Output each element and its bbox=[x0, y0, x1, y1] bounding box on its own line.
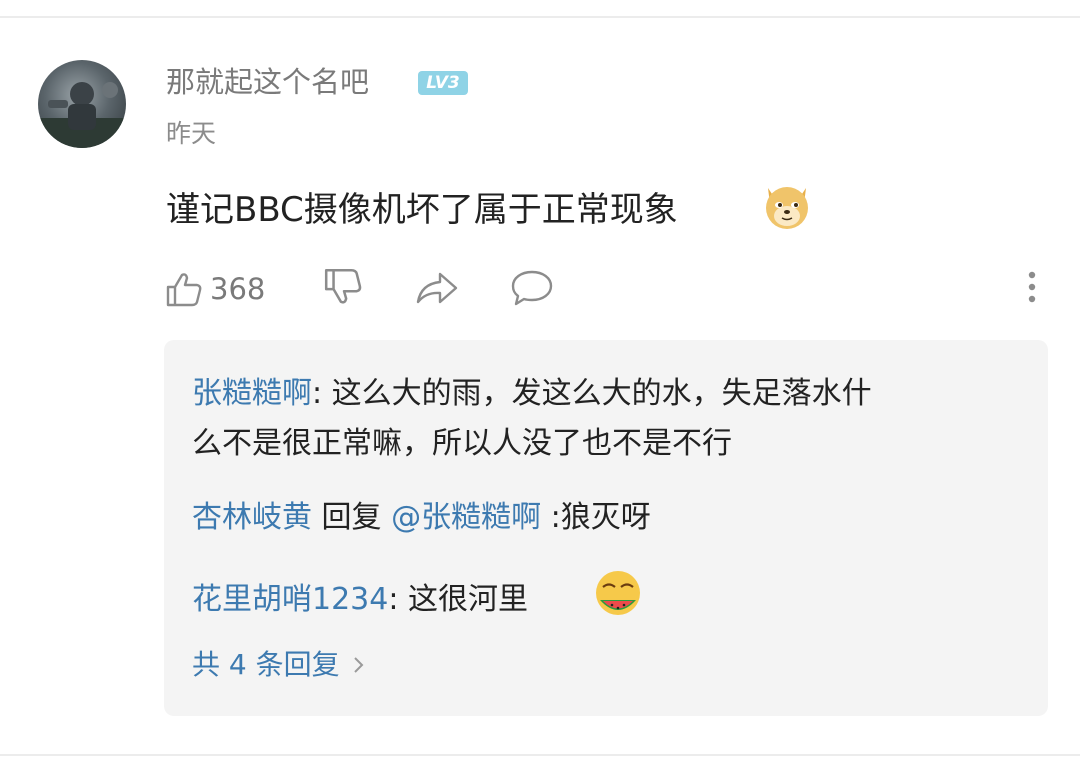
reply-username[interactable]: 杏林岐黄 bbox=[192, 500, 312, 535]
reply-thread: 张糙糙啊: 这么大的雨，发这么大的水，失足落水什 么不是很正常嘛，所以人没了也不… bbox=[164, 340, 1048, 716]
chevron-right-icon bbox=[353, 657, 364, 673]
thumbs-up-icon bbox=[166, 273, 202, 307]
avatar[interactable] bbox=[38, 60, 126, 148]
more-options-button[interactable] bbox=[1020, 268, 1044, 308]
doge-emoji-icon bbox=[766, 187, 808, 229]
more-vertical-icon bbox=[1028, 271, 1036, 303]
bottom-divider bbox=[0, 754, 1080, 756]
reply-separator: : bbox=[388, 582, 409, 617]
share-icon bbox=[416, 272, 458, 304]
like-count: 368 bbox=[210, 272, 266, 306]
reply-username[interactable]: 花里胡哨1234 bbox=[192, 582, 388, 617]
level-badge: LV3 bbox=[418, 71, 468, 95]
share-button[interactable] bbox=[414, 268, 460, 308]
reply-text-continued: 么不是很正常嘛，所以人没了也不是不行 bbox=[192, 426, 732, 461]
reply-word: 回复 bbox=[312, 500, 392, 535]
view-all-replies-link[interactable]: 共 4 条回复 bbox=[192, 643, 368, 687]
comment-text: 谨记BBC摄像机坏了属于正常现象 bbox=[166, 190, 678, 230]
top-divider bbox=[0, 16, 1080, 18]
watermelon-face-emoji-icon bbox=[596, 571, 640, 615]
chat-bubble-icon bbox=[511, 270, 553, 306]
reply-button[interactable] bbox=[510, 268, 554, 308]
reply-text: 这么大的雨，发这么大的水，失足落水什 bbox=[331, 376, 872, 411]
reply-text: 这很河里 bbox=[408, 582, 529, 617]
thumbs-down-icon bbox=[324, 268, 362, 304]
like-button[interactable]: 368 bbox=[164, 266, 265, 312]
reply-username[interactable]: 张糙糙啊 bbox=[192, 376, 312, 411]
reply-item[interactable]: 张糙糙啊: 这么大的雨，发这么大的水，失足落水什 bbox=[192, 370, 872, 418]
reply-text: :狼灭呀 bbox=[541, 500, 651, 535]
reply-item[interactable]: 杏林岐黄 回复 @张糙糙啊 :狼灭呀 bbox=[192, 494, 651, 542]
comment-timestamp: 昨天 bbox=[166, 119, 217, 148]
reply-item[interactable]: 花里胡哨1234: 这很河里 bbox=[192, 576, 528, 624]
reply-target-mention[interactable]: @张糙糙啊 bbox=[391, 500, 541, 535]
reply-count-text: 共 4 条回复 bbox=[192, 648, 340, 681]
dislike-button[interactable] bbox=[322, 266, 364, 308]
comment-username[interactable]: 那就起这个名吧 bbox=[166, 62, 369, 102]
reply-separator: : bbox=[312, 376, 332, 411]
